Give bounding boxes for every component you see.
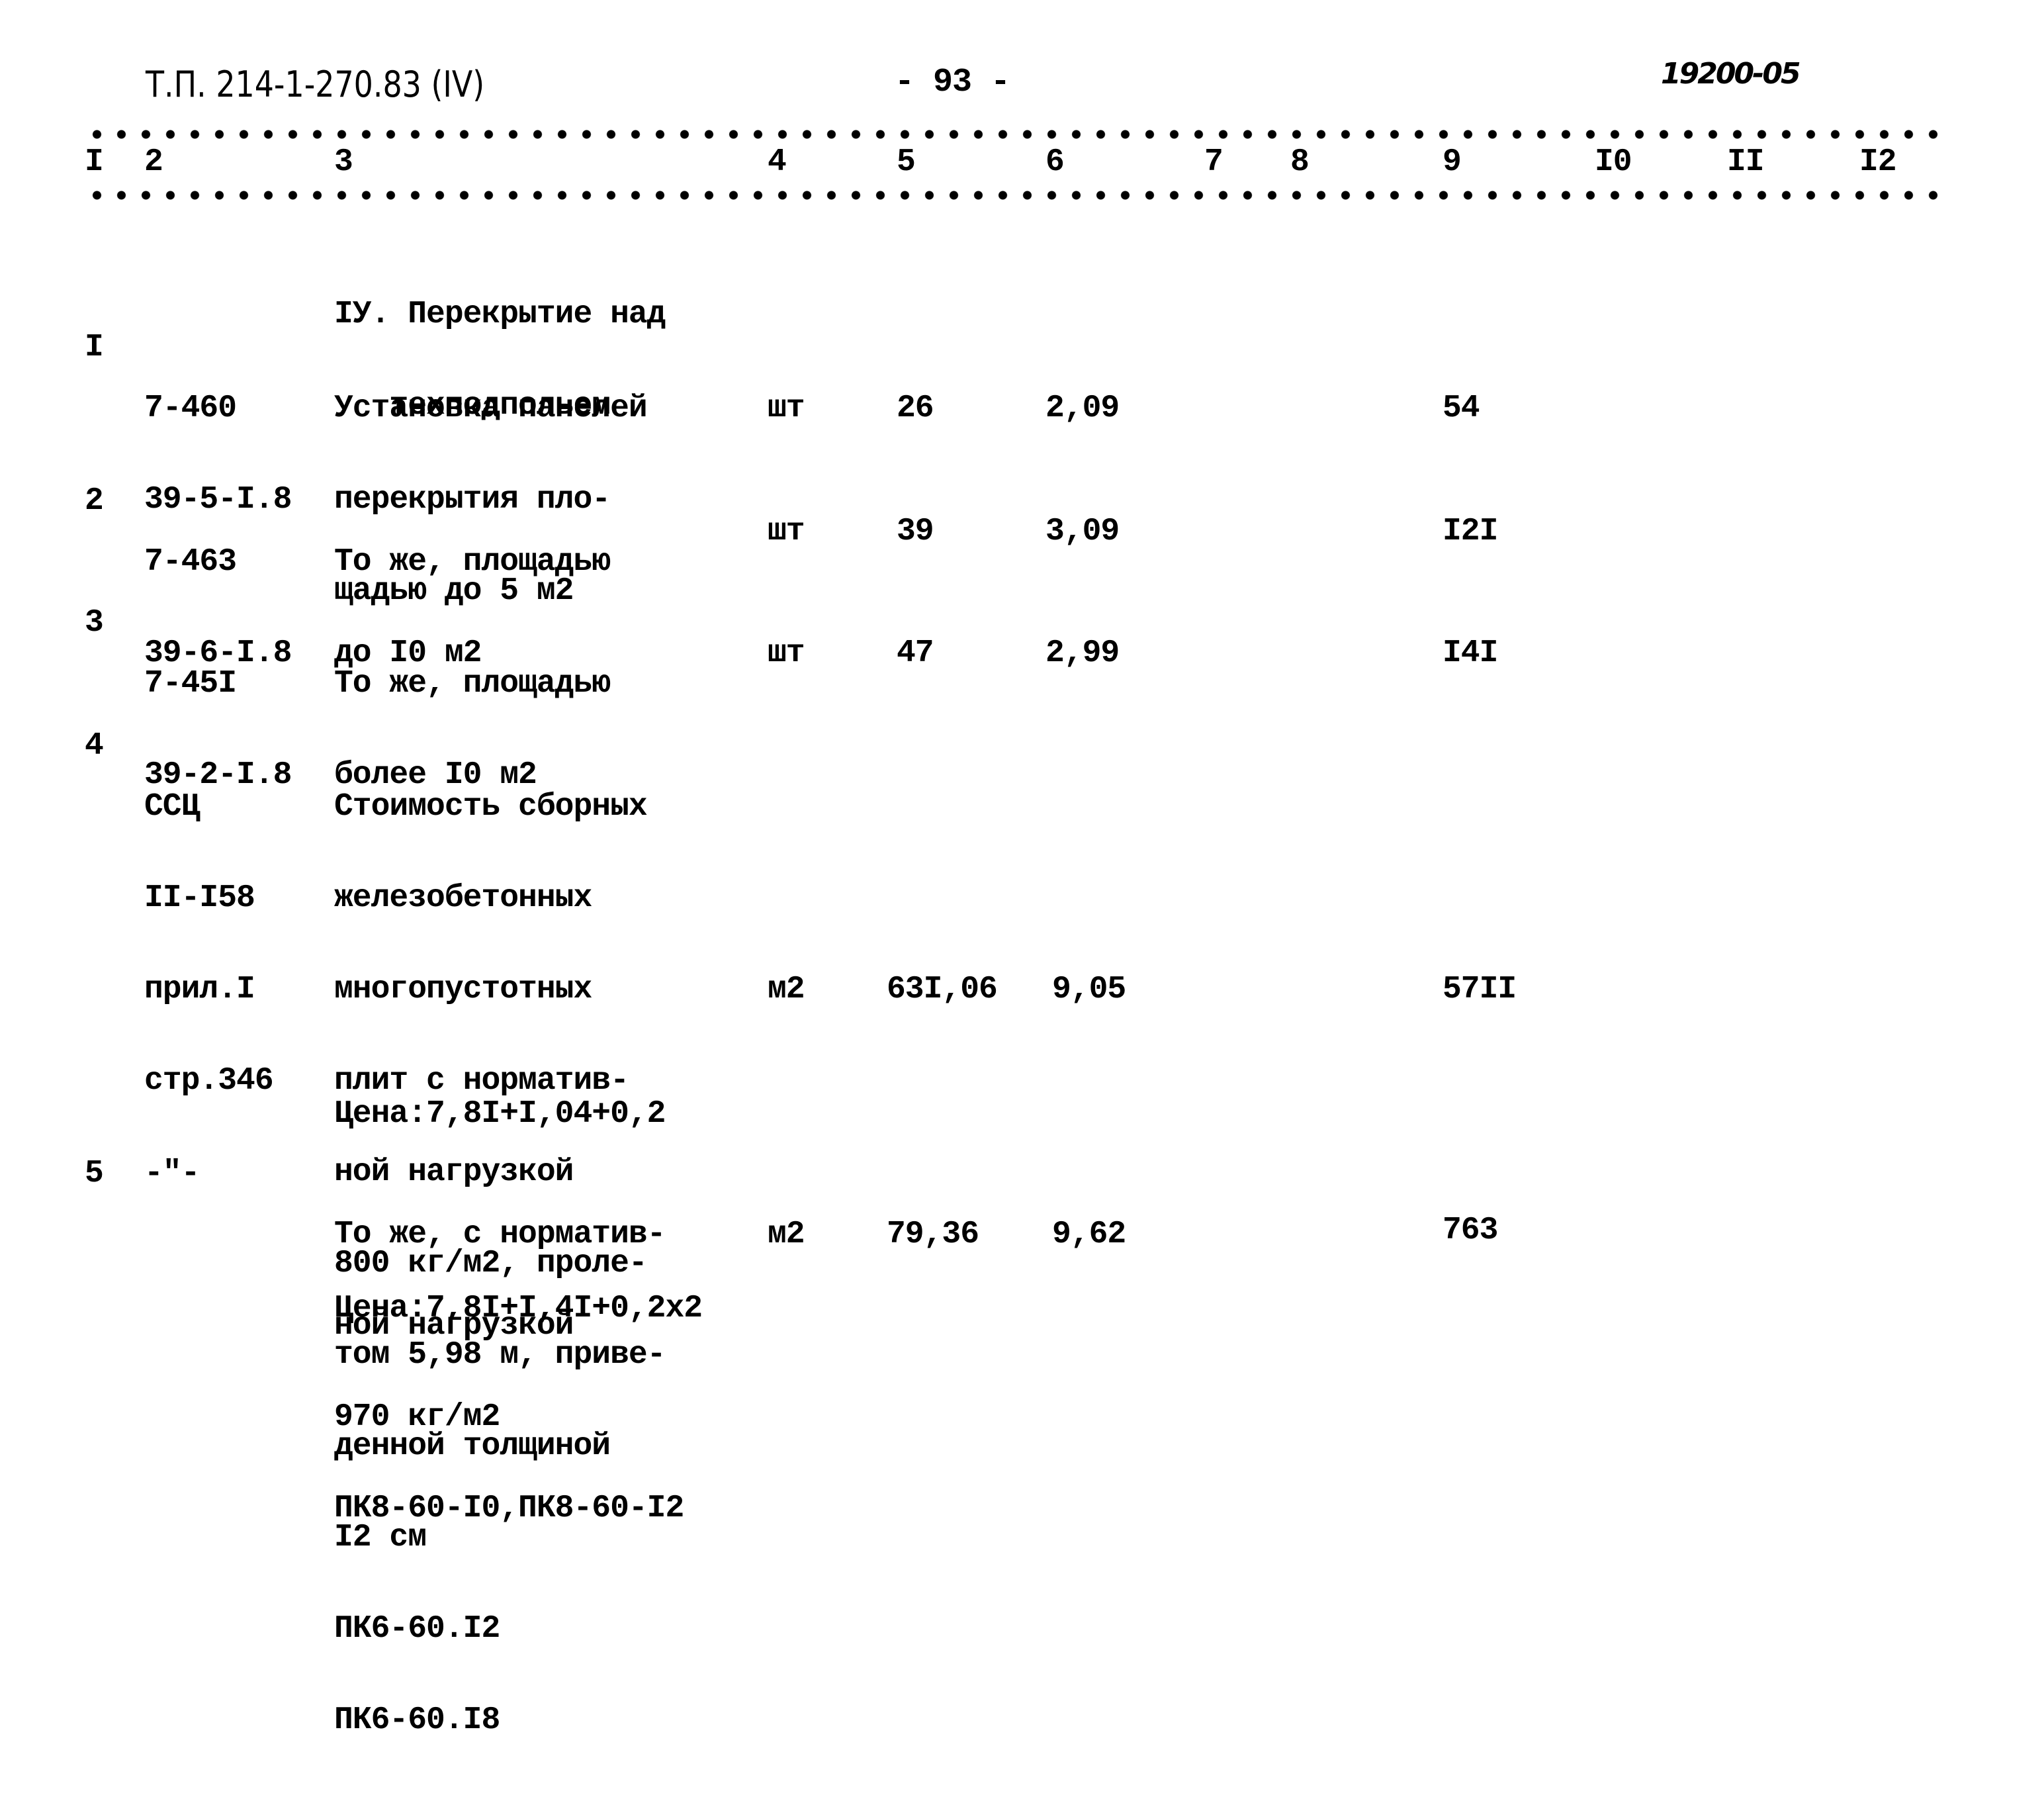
col-header-11: II [1727, 144, 1765, 180]
row-number: 4 [85, 728, 104, 764]
row-code: ССЦ II-I58 прил.I стр.346 [144, 789, 274, 1099]
page-number: - 93 - [895, 64, 1010, 101]
row-total: 763 [1443, 1213, 1498, 1248]
row-number: I [85, 330, 104, 365]
row-unit: шт [768, 391, 805, 426]
col-header-9: 9 [1443, 144, 1462, 180]
col-header-2: 2 [144, 144, 163, 180]
row-unit-price: 9,62 [1052, 1217, 1126, 1252]
row-unit-price: 2,99 [1045, 635, 1120, 671]
row-description: То же, с норматив- ной нагрузкой 970 кг/… [334, 1217, 684, 1526]
col-header-10: I0 [1595, 144, 1632, 180]
col-header-12: I2 [1859, 144, 1897, 180]
top-dashed-rule [85, 130, 1944, 139]
row-total: 54 [1443, 391, 1480, 426]
col-header-7: 7 [1204, 144, 1223, 180]
row-unit-price: 2,09 [1045, 391, 1120, 426]
row-number: 2 [85, 483, 104, 519]
row-quantity: 47 [897, 635, 934, 671]
row-code: -"- [144, 1156, 200, 1191]
row-quantity: 79,36 [887, 1217, 979, 1252]
row-number: 3 [85, 605, 104, 641]
col-header-3: 3 [334, 144, 353, 180]
row-quantity: 39 [897, 514, 934, 549]
row-quantity: 63I,06 [887, 972, 998, 1007]
row-unit: м2 [768, 1217, 805, 1252]
archive-stamp: 19200-05 [1661, 57, 1801, 91]
row-price-note: Цена:7,8I+I,4I+0,2x2 [334, 1291, 703, 1326]
row-unit: шт [768, 635, 805, 671]
row-number: 5 [85, 1156, 104, 1191]
row-price-note: Цена:7,8I+I,04+0,2 [334, 1096, 666, 1132]
row-unit: м2 [768, 972, 805, 1007]
row-total: 57II [1443, 972, 1517, 1007]
row-quantity: 26 [897, 391, 934, 426]
document-code: Т.П. 214-1-270.83 (IV) [146, 64, 485, 105]
col-header-4: 4 [768, 144, 787, 180]
col-header-5: 5 [897, 144, 916, 180]
row-unit: шт [768, 514, 805, 549]
row-total: I2I [1443, 514, 1498, 549]
row-total: I4I [1443, 635, 1498, 671]
row-unit-price: 9,05 [1052, 972, 1126, 1007]
col-header-1: I [85, 144, 104, 180]
bottom-dashed-rule [85, 191, 1944, 200]
col-header-8: 8 [1290, 144, 1310, 180]
row-unit-price: 3,09 [1045, 514, 1120, 549]
col-header-6: 6 [1045, 144, 1065, 180]
